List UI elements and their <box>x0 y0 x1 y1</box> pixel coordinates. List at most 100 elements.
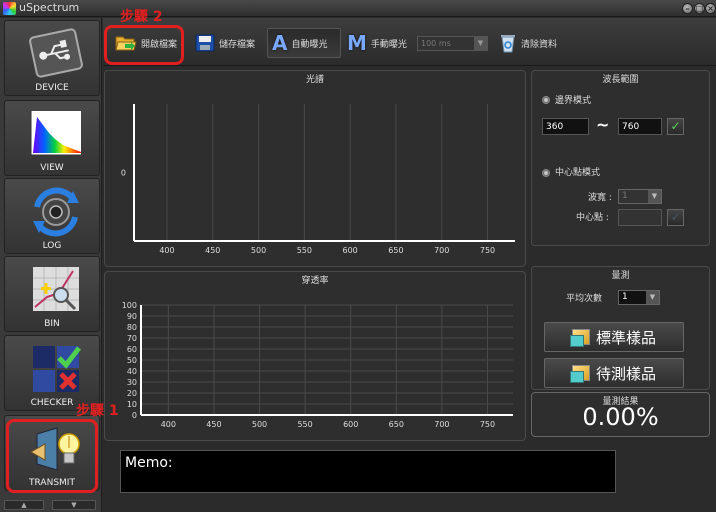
close-icon[interactable]: × <box>705 3 716 14</box>
scroll-up-icon[interactable]: ▲ <box>4 500 44 510</box>
standard-sample-label: 標準樣品 <box>595 328 656 347</box>
bandwidth-select[interactable]: 1 ▼ <box>618 189 662 204</box>
standard-sample-button[interactable]: 標準樣品 <box>544 322 684 352</box>
y-tick-label: 20 <box>127 389 137 398</box>
x-tick-label: 650 <box>388 246 403 255</box>
minimize-icon[interactable]: – <box>682 3 693 14</box>
x-tick-label: 750 <box>480 420 495 429</box>
y-tick-label: 80 <box>127 323 137 332</box>
x-tick-label: 450 <box>206 420 221 429</box>
sidebar-item-label: VIEW <box>40 163 64 173</box>
bandwidth-value: 1 <box>622 191 628 201</box>
chevron-down-icon: ▼ <box>474 37 487 50</box>
boundary-mode-radio[interactable] <box>542 96 550 104</box>
result-value: 0.00% <box>582 403 659 431</box>
spectrum-view-icon <box>30 111 81 156</box>
result-panel: 量測結果 0.00% <box>531 392 710 437</box>
average-count-select[interactable]: 1 ▼ <box>618 290 660 305</box>
toolbar: 開啟檔案 儲存檔案 A 自動曝光 M 手動曝光 100 ms ▼ 清除資料 <box>103 18 716 66</box>
x-tick-label: 600 <box>343 420 358 429</box>
x-tick-label: 400 <box>161 420 176 429</box>
x-tick-label: 700 <box>434 246 449 255</box>
x-tick-label: 600 <box>343 246 358 255</box>
sidebar-item-label: LOG <box>42 241 62 251</box>
sidebar-item-bin[interactable]: BIN <box>4 256 100 332</box>
chevron-down-icon: ▼ <box>646 291 659 304</box>
y-tick-label: 100 <box>122 301 137 310</box>
x-tick-label: 750 <box>480 246 495 255</box>
wavelength-range-panel: 波長範圍 邊界模式 360 ~ 760 ✓ 中心點模式 波寬 : 1 ▼ 中心點… <box>531 70 710 246</box>
range-separator: ~ <box>596 115 610 134</box>
max-wavelength-input[interactable]: 760 <box>618 118 662 135</box>
auto-exposure-icon: A <box>272 31 288 55</box>
bandwidth-label: 波寬 : <box>588 193 612 203</box>
average-count-label: 平均次數 <box>566 294 603 304</box>
exposure-time-value: 100 ms <box>421 39 451 48</box>
transmittance-panel: 穿透率 400 450 500 550 600 650 700 750 0 10 20 30 40 50 6… <box>104 271 526 441</box>
step2-annotation: 步驟 2 <box>120 9 163 25</box>
y-tick-label: 90 <box>127 312 137 321</box>
spectrum-chart[interactable]: 400 450 500 550 600 650 700 750 0 <box>105 71 527 268</box>
exposure-time-select[interactable]: 100 ms ▼ <box>417 36 488 51</box>
transmittance-chart[interactable]: 400 450 500 550 600 650 700 750 0 10 20 30 40 50 60 70 8… <box>105 272 527 442</box>
clear-data-button[interactable]: 清除資料 <box>495 28 561 58</box>
test-sample-label: 待測樣品 <box>595 364 656 383</box>
measurement-panel: 量測 平均次數 1 ▼ 標準樣品 待測樣品 <box>531 266 710 390</box>
save-file-label: 儲存檔案 <box>219 39 256 50</box>
sample-icon <box>569 365 590 383</box>
step1-annotation: 步驟 1 <box>76 403 119 419</box>
test-sample-button[interactable]: 待測樣品 <box>544 358 684 388</box>
auto-exposure-label: 自動曝光 <box>291 39 328 50</box>
step1-highlight <box>6 419 98 493</box>
x-tick-label: 500 <box>252 420 267 429</box>
x-tick-label: 700 <box>434 420 449 429</box>
apply-center-button[interactable]: ✓ <box>667 209 684 226</box>
chevron-down-icon: ▼ <box>648 190 661 203</box>
memo-label: Memo: <box>125 455 173 471</box>
refresh-log-icon <box>33 187 79 237</box>
recycle-bin-icon <box>501 35 515 53</box>
sidebar-item-label: DEVICE <box>35 83 69 93</box>
y-tick-label: 10 <box>127 400 137 409</box>
center-mode-radio[interactable] <box>542 169 550 177</box>
y-tick-label: 60 <box>127 345 137 354</box>
sidebar-item-device[interactable]: DEVICE <box>4 20 100 96</box>
memo-box[interactable]: Memo: <box>120 450 616 493</box>
sidebar-item-view[interactable]: VIEW <box>4 100 100 176</box>
app-icon <box>3 2 16 15</box>
center-point-input[interactable] <box>618 209 662 226</box>
manual-exposure-icon: M <box>347 31 367 55</box>
window-title: uSpectrum <box>19 1 80 14</box>
apply-boundary-button[interactable]: ✓ <box>667 118 684 135</box>
y-tick-label: 0 <box>132 411 137 420</box>
manual-exposure-button[interactable]: M 手動曝光 <box>343 28 411 58</box>
sidebar-item-label: BIN <box>44 319 60 329</box>
y-tick-label: 0 <box>121 169 126 178</box>
plot-area <box>134 104 515 241</box>
y-tick-label: 50 <box>127 356 137 365</box>
maximize-icon[interactable]: □ <box>694 3 705 14</box>
usb-device-icon <box>29 28 83 78</box>
y-tick-label: 70 <box>127 334 137 343</box>
floppy-disk-icon <box>195 34 215 52</box>
scroll-down-icon[interactable]: ▼ <box>52 500 96 510</box>
spectrum-panel: 光譜 400 450 500 550 600 650 700 750 0 <box>104 70 526 267</box>
clear-data-label: 清除資料 <box>521 39 558 50</box>
step2-highlight <box>104 25 184 65</box>
boundary-mode-label: 邊界模式 <box>555 96 592 106</box>
x-tick-label: 450 <box>205 246 220 255</box>
check-icon: ✓ <box>670 210 681 224</box>
title-bar: uSpectrum – □ × <box>0 0 716 17</box>
y-tick-label: 30 <box>127 378 137 387</box>
x-tick-label: 400 <box>159 246 174 255</box>
auto-exposure-button[interactable]: A 自動曝光 <box>267 28 341 58</box>
x-tick-label: 500 <box>251 246 266 255</box>
average-count-value: 1 <box>622 292 628 302</box>
center-point-label: 中心點 : <box>576 213 609 223</box>
sidebar-item-log[interactable]: LOG <box>4 178 100 254</box>
x-tick-label: 650 <box>389 420 404 429</box>
manual-exposure-label: 手動曝光 <box>370 39 407 50</box>
center-mode-label: 中心點模式 <box>555 168 601 178</box>
save-file-button[interactable]: 儲存檔案 <box>191 28 259 58</box>
min-wavelength-input[interactable]: 360 <box>542 118 589 135</box>
